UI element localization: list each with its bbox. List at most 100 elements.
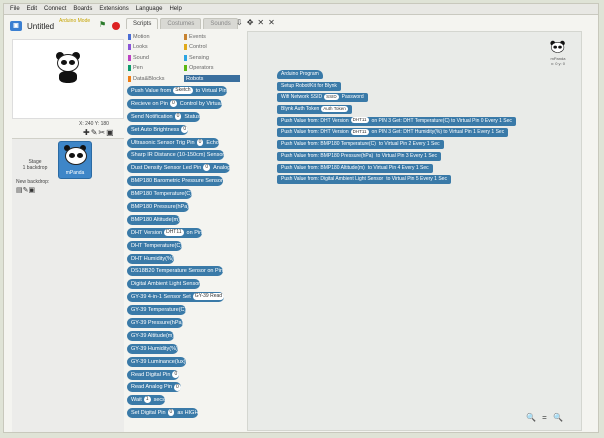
script-block[interactable]: Push Value from: BMP180 Altitude(m) to Vi…: [277, 163, 433, 173]
stop-icon[interactable]: [112, 22, 120, 30]
block-input[interactable]: SSID: [324, 94, 339, 101]
category-sound[interactable]: Sound: [128, 54, 184, 61]
palette-block[interactable]: GY-39 Temperature(C): [127, 305, 187, 316]
palette-block[interactable]: Recieve on Pin 0 Control by Virtual: [127, 98, 222, 109]
block-label-suffix: to Virtual Pin 4 Every 1 Sec: [367, 164, 429, 171]
category-robots[interactable]: Robots: [184, 75, 240, 83]
block-label-suffix: Echo: [206, 139, 219, 146]
palette-block[interactable]: DHT Humidity(%): [127, 253, 174, 264]
block-input[interactable]: 0: [181, 125, 189, 133]
palette-block[interactable]: Push Value from Sketch to Virtual Pin: [127, 86, 227, 96]
palette-block[interactable]: DHT Version DHT11 on Pin: [127, 227, 203, 238]
menu-edit[interactable]: Edit: [27, 6, 37, 12]
category-control[interactable]: Control: [184, 44, 240, 51]
palette-block[interactable]: GY-39 Pressure(hPa): [127, 318, 184, 329]
palette-block[interactable]: Dust Density Sensor Led Pin 0 Analog: [127, 163, 231, 174]
tab-scripts[interactable]: Scripts: [126, 18, 159, 29]
block-label: Push Value from: DHT Version: [281, 117, 349, 124]
script-area[interactable]: Arduino Program Setup Robot/Kit for Blynk…: [247, 31, 582, 431]
palette-block[interactable]: DHT Temperature(C): [127, 240, 183, 251]
palette-block[interactable]: BMP180 Temperature(C): [127, 189, 193, 200]
palette-block[interactable]: BMP180 Barometric Pressure Sensor: [127, 176, 223, 187]
block-input[interactable]: 0: [173, 383, 181, 391]
sprite-tools-icons[interactable]: ✚✎✂▣: [83, 128, 115, 137]
block-input[interactable]: Auth Token: [321, 105, 348, 112]
category-data-blocks[interactable]: Data&Blocks: [128, 75, 184, 82]
tab-sounds[interactable]: Sounds: [203, 18, 238, 29]
script-block[interactable]: Setup Robot/Kit for Blynk: [277, 81, 341, 91]
block-label: Digital Ambient Light Sensor: [131, 281, 201, 288]
script-block[interactable]: Push Value from: BMP180 Pressure(hPa) to …: [277, 151, 441, 161]
menu-language[interactable]: Language: [136, 6, 163, 12]
category-operators[interactable]: Operators: [184, 65, 240, 72]
menu-file[interactable]: File: [10, 6, 20, 12]
script-block[interactable]: Push Value from: DHT Version DHT11 on PIN …: [277, 116, 516, 126]
block-input[interactable]: 0: [203, 164, 211, 172]
block-label-suffix: as HIGH: [177, 410, 199, 417]
block-input[interactable]: 0: [170, 99, 177, 107]
block-label: Set Auto Brightness: [131, 126, 180, 133]
script-block[interactable]: Blynk Auth Token Auth Token: [277, 105, 352, 115]
category-events[interactable]: Events: [184, 33, 240, 40]
palette-block[interactable]: GY-39 Humidity(%): [127, 343, 178, 354]
stage[interactable]: [12, 39, 124, 119]
palette-block[interactable]: Read Analog Pin 0: [127, 382, 181, 393]
block-input[interactable]: 0: [167, 409, 175, 417]
block-label: Recieve on Pin: [131, 100, 168, 107]
block-label: Wifi Network SSID: [281, 94, 323, 101]
palette-block[interactable]: DS18B20 Temperature Sensor on Pin: [127, 266, 223, 277]
script-block[interactable]: Push Value from: Digital Ambient Light S…: [277, 175, 451, 185]
script-block[interactable]: Arduino Program: [277, 70, 323, 79]
block-label: Push Value from: BMP180 Temperature(C): [281, 141, 376, 148]
category-motion[interactable]: Motion: [128, 33, 184, 40]
block-input[interactable]: DHT11: [350, 129, 369, 136]
project-title[interactable]: Untitled: [27, 22, 54, 31]
palette-block[interactable]: Send Notification 0 Status: [127, 111, 200, 122]
block-input[interactable]: Sketch: [173, 87, 193, 95]
script-block[interactable]: Push Value from: BMP180 Temperature(C) to…: [277, 140, 444, 150]
palette-block[interactable]: Sharp IR Distance (10-150cm) Sensor: [127, 150, 225, 161]
cursor-tools-icons[interactable]: ⇩✥✕✕: [236, 18, 279, 27]
zoom-controls-icon[interactable]: 🔍 = 🔍: [526, 413, 565, 422]
block-input[interactable]: DHT11: [164, 228, 184, 236]
palette-block[interactable]: BMP180 Altitude(m): [127, 214, 180, 225]
palette-block[interactable]: Read Digital Pin 0: [127, 369, 180, 380]
block-input[interactable]: GY-39 Read: [192, 293, 225, 301]
backdrop-tools-icons[interactable]: ▤✎▣: [16, 186, 35, 194]
palette-block[interactable]: GY-39 4-in-1 Sensor Set GY-39 Read: [127, 292, 225, 303]
block-input[interactable]: 0: [174, 112, 182, 120]
script-block[interactable]: Push Value from: DHT Version DHT11 on PIN …: [277, 128, 509, 138]
tab-costumes[interactable]: Costumes: [160, 18, 202, 29]
green-flag-icon[interactable]: ⚑: [99, 21, 107, 29]
palette-block[interactable]: GY-39 Altitude(m): [127, 330, 175, 341]
palette-block[interactable]: Set Auto Brightness 0: [127, 124, 189, 135]
sprite-card-mpanda[interactable]: mPanda: [58, 141, 92, 179]
block-label-suffix: to Virtual Pin 3 Every 1 Sec: [376, 152, 437, 159]
menu-help[interactable]: Help: [169, 6, 181, 12]
menu-bar: File Edit Connect Boards Extensions Lang…: [4, 4, 598, 15]
block-label: GY-39 Luminance(lux): [131, 358, 186, 365]
menu-connect[interactable]: Connect: [44, 6, 66, 12]
palette-block[interactable]: Ultrasonic Sensor Trig Pin 0 Echo: [127, 137, 219, 148]
script-stack[interactable]: Arduino Program Setup Robot/Kit for Blynk…: [277, 70, 516, 187]
menu-boards[interactable]: Boards: [73, 6, 92, 12]
app-window: File Edit Connect Boards Extensions Lang…: [3, 3, 599, 433]
category-looks[interactable]: Looks: [128, 44, 184, 51]
palette-block[interactable]: Digital Ambient Light Sensor: [127, 279, 201, 290]
block-label: Read Digital Pin: [131, 371, 171, 378]
palette-block[interactable]: BMP180 Pressure(hPa): [127, 202, 190, 213]
block-label: BMP180 Temperature(C): [131, 191, 193, 198]
palette-block[interactable]: Set Digital Pin 0 as HIGH: [127, 408, 199, 419]
palette-block[interactable]: GY-39 Luminance(lux): [127, 356, 186, 367]
category-sensing[interactable]: Sensing: [184, 54, 240, 61]
palette-block[interactable]: Wait 1 secs: [127, 395, 165, 406]
category-pen[interactable]: Pen: [128, 65, 184, 72]
stage-thumbnail[interactable]: Stage 1 backdrop: [16, 159, 54, 171]
block-input[interactable]: 1: [143, 396, 151, 404]
script-block[interactable]: Wifi Network SSID SSID Password: [277, 93, 368, 103]
block-label: Send Notification: [131, 113, 173, 120]
menu-extensions[interactable]: Extensions: [99, 6, 128, 12]
block-input[interactable]: 0: [196, 138, 204, 146]
block-input[interactable]: DHT11: [350, 117, 369, 124]
block-input[interactable]: 0: [172, 370, 180, 378]
